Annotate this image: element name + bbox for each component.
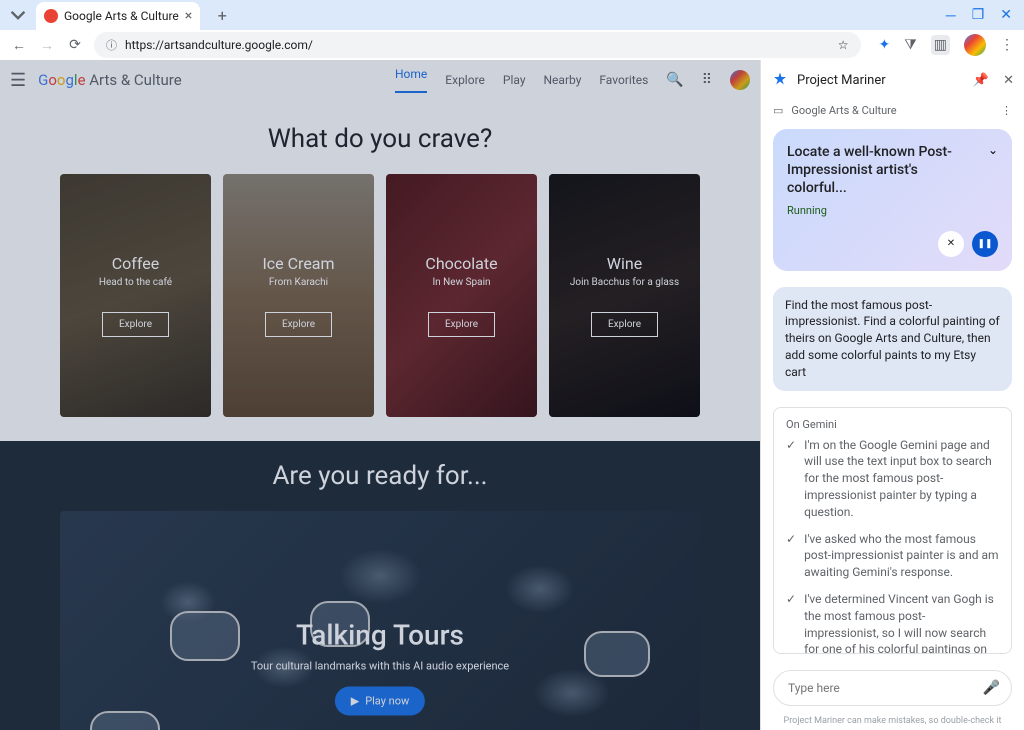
mariner-sidebar: Project Mariner 📌 ✕ ▭ Google Arts & Cult…: [760, 60, 1024, 730]
gac-header: ☰ Google Arts & Culture Home Explore Pla…: [0, 60, 760, 100]
explore-button[interactable]: Explore: [591, 312, 658, 337]
mariner-logo-icon: [771, 71, 789, 89]
tab-title: Google Arts & Culture: [64, 9, 179, 23]
gac-avatar[interactable]: [730, 70, 750, 90]
restore-icon[interactable]: ❐: [972, 7, 985, 24]
crave-title: What do you crave?: [0, 124, 760, 154]
search-icon[interactable]: 🔍: [666, 72, 683, 88]
profile-avatar[interactable]: [964, 34, 986, 56]
check-icon: ✓: [786, 532, 796, 581]
hamburger-icon[interactable]: ☰: [10, 70, 26, 91]
pin-icon[interactable]: 📌: [973, 73, 989, 88]
bookmark-icon[interactable]: ☆: [838, 38, 849, 52]
site-info-icon[interactable]: ⓘ: [106, 37, 117, 53]
step-item: ✓I'm on the Google Gemini page and will …: [786, 437, 999, 521]
tour-title: Talking Tours: [251, 619, 509, 652]
task-card[interactable]: Locate a well-known Post-Impressionist a…: [773, 129, 1012, 271]
context-label: Google Arts & Culture: [791, 104, 896, 117]
ready-title: Are you ready for...: [0, 461, 760, 491]
stop-button[interactable]: ✕: [938, 231, 964, 257]
card-wine[interactable]: Wine Join Bacchus for a glass Explore: [549, 174, 700, 417]
card-chocolate[interactable]: Chocolate In New Spain Explore: [386, 174, 537, 417]
mic-icon[interactable]: 🎤: [983, 680, 1000, 696]
crave-cards: Coffee Head to the café Explore Ice Crea…: [0, 174, 760, 417]
card-icecream[interactable]: Ice Cream From Karachi Explore: [223, 174, 374, 417]
url-text: https://artsandculture.google.com/: [125, 38, 313, 52]
ready-section: Are you ready for... Talking Tours Tour …: [0, 441, 760, 730]
tab-context-icon: ▭: [773, 104, 783, 117]
reload-icon[interactable]: ⟳: [66, 36, 84, 54]
step-item: ✓I've determined Vincent van Gogh is the…: [786, 591, 999, 654]
chevron-down-icon[interactable]: ⌄: [988, 143, 998, 157]
talking-tours-card[interactable]: Talking Tours Tour cultural landmarks wi…: [60, 511, 700, 730]
address-bar: ← → ⟳ ⓘ https://artsandculture.google.co…: [0, 30, 1024, 60]
back-icon[interactable]: ←: [10, 36, 28, 54]
url-input[interactable]: ⓘ https://artsandculture.google.com/ ☆: [94, 32, 861, 58]
check-icon: ✓: [786, 438, 796, 521]
apps-icon[interactable]: ⠿: [702, 72, 712, 88]
step-context: On Gemini: [786, 418, 999, 431]
tab-favicon-icon: [44, 9, 58, 23]
card-coffee[interactable]: Coffee Head to the café Explore: [60, 174, 211, 417]
step-item: ✓I've asked who the most famous post-imp…: [786, 531, 999, 581]
nav-explore[interactable]: Explore: [445, 73, 485, 87]
tab-bar: Google Arts & Culture × + ─ ❐ ✕: [0, 0, 1024, 30]
menu-icon[interactable]: ⋮: [1000, 37, 1014, 53]
new-tab-button[interactable]: +: [210, 3, 234, 27]
play-now-button[interactable]: ▶Play now: [335, 687, 426, 716]
context-menu-icon[interactable]: ⋮: [1001, 104, 1012, 117]
explore-button[interactable]: Explore: [265, 312, 332, 337]
close-window-icon[interactable]: ✕: [1000, 7, 1012, 24]
nav-nearby[interactable]: Nearby: [544, 73, 582, 87]
disclaimer: Project Mariner can make mistakes, so do…: [761, 714, 1024, 730]
sidepanel-icon[interactable]: ▥: [931, 35, 950, 55]
gac-logo[interactable]: Google Arts & Culture: [38, 71, 182, 89]
tab-close-icon[interactable]: ×: [185, 8, 192, 24]
tour-sub: Tour cultural landmarks with this AI aud…: [251, 660, 509, 673]
mariner-title: Project Mariner: [797, 73, 886, 88]
explore-button[interactable]: Explore: [428, 312, 495, 337]
browser-tab[interactable]: Google Arts & Culture ×: [36, 2, 200, 30]
user-message: Find the most famous post-impressionist.…: [773, 287, 1012, 391]
task-title: Locate a well-known Post-Impressionist a…: [787, 143, 998, 198]
nav-home[interactable]: Home: [395, 67, 427, 93]
tab-search-dropdown[interactable]: [10, 7, 26, 23]
pause-button[interactable]: ❚❚: [972, 231, 998, 257]
nav-play[interactable]: Play: [503, 73, 526, 87]
task-status: Running: [787, 204, 998, 217]
close-sidebar-icon[interactable]: ✕: [1003, 73, 1014, 88]
steps-panel: On Gemini ✓I'm on the Google Gemini page…: [773, 407, 1012, 654]
play-icon: ▶: [351, 695, 359, 708]
nav-favorites[interactable]: Favorites: [599, 73, 648, 87]
minimize-icon[interactable]: ─: [946, 7, 956, 24]
explore-button[interactable]: Explore: [102, 312, 169, 337]
extensions-sparkle-icon[interactable]: ✦: [879, 37, 891, 53]
check-icon: ✓: [786, 592, 796, 654]
extensions-icon[interactable]: ⧩: [904, 37, 917, 53]
chat-input[interactable]: [773, 670, 1012, 706]
forward-icon[interactable]: →: [38, 36, 56, 54]
